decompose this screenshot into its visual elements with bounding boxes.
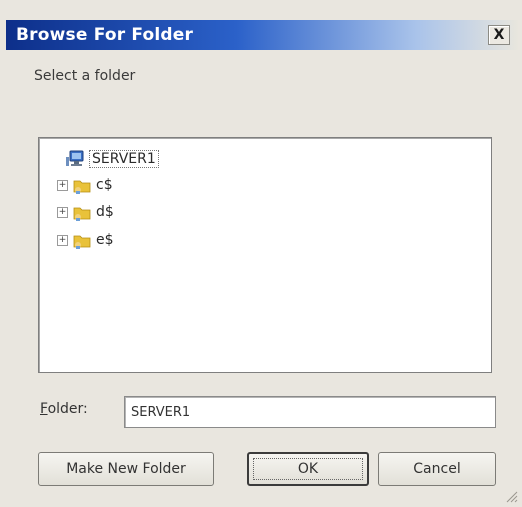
tree-item-label: d$ (96, 204, 114, 220)
close-icon: X (493, 27, 505, 43)
shared-folder-icon (73, 207, 91, 221)
dialog-title: Browse For Folder (16, 25, 194, 45)
close-button[interactable]: X (488, 25, 510, 45)
tree-item-label: c$ (96, 177, 113, 193)
ok-button[interactable]: OK (247, 452, 369, 486)
instruction-text: Select a folder (34, 68, 136, 84)
tree-item-server1[interactable]: SERVER1 (65, 148, 159, 170)
shared-folder-icon (73, 180, 91, 194)
tree-item-c-share[interactable]: + c$ (57, 174, 113, 196)
cancel-button[interactable]: Cancel (378, 452, 496, 486)
folder-label-rest: older: (47, 401, 88, 417)
cancel-label: Cancel (413, 461, 461, 477)
tree-item-d-share[interactable]: + d$ (57, 201, 114, 223)
focus-rectangle (253, 458, 363, 480)
expand-icon[interactable]: + (57, 234, 68, 246)
tree-item-label: SERVER1 (89, 150, 159, 168)
tree-item-label: e$ (96, 232, 114, 248)
make-new-folder-button[interactable]: Make New Folder (38, 452, 214, 486)
tree-item-e-share[interactable]: + e$ (57, 229, 114, 251)
browse-for-folder-dialog: Browse For Folder X Select a folder SERV… (0, 0, 522, 507)
shared-folder-icon (73, 235, 91, 249)
folder-field-label: Folder: (40, 401, 88, 417)
expand-icon[interactable]: + (57, 179, 68, 191)
make-new-folder-label: Make New Folder (66, 461, 186, 477)
network-computer-icon (66, 150, 84, 166)
folder-label-accelerator: F (40, 401, 48, 417)
resize-grip-icon[interactable] (504, 489, 518, 503)
folder-input[interactable] (124, 396, 496, 428)
folder-tree-view[interactable]: SERVER1 + c$ + d$ + e$ (38, 137, 492, 373)
expand-icon[interactable]: + (57, 206, 68, 218)
title-bar[interactable]: Browse For Folder X (6, 20, 518, 50)
